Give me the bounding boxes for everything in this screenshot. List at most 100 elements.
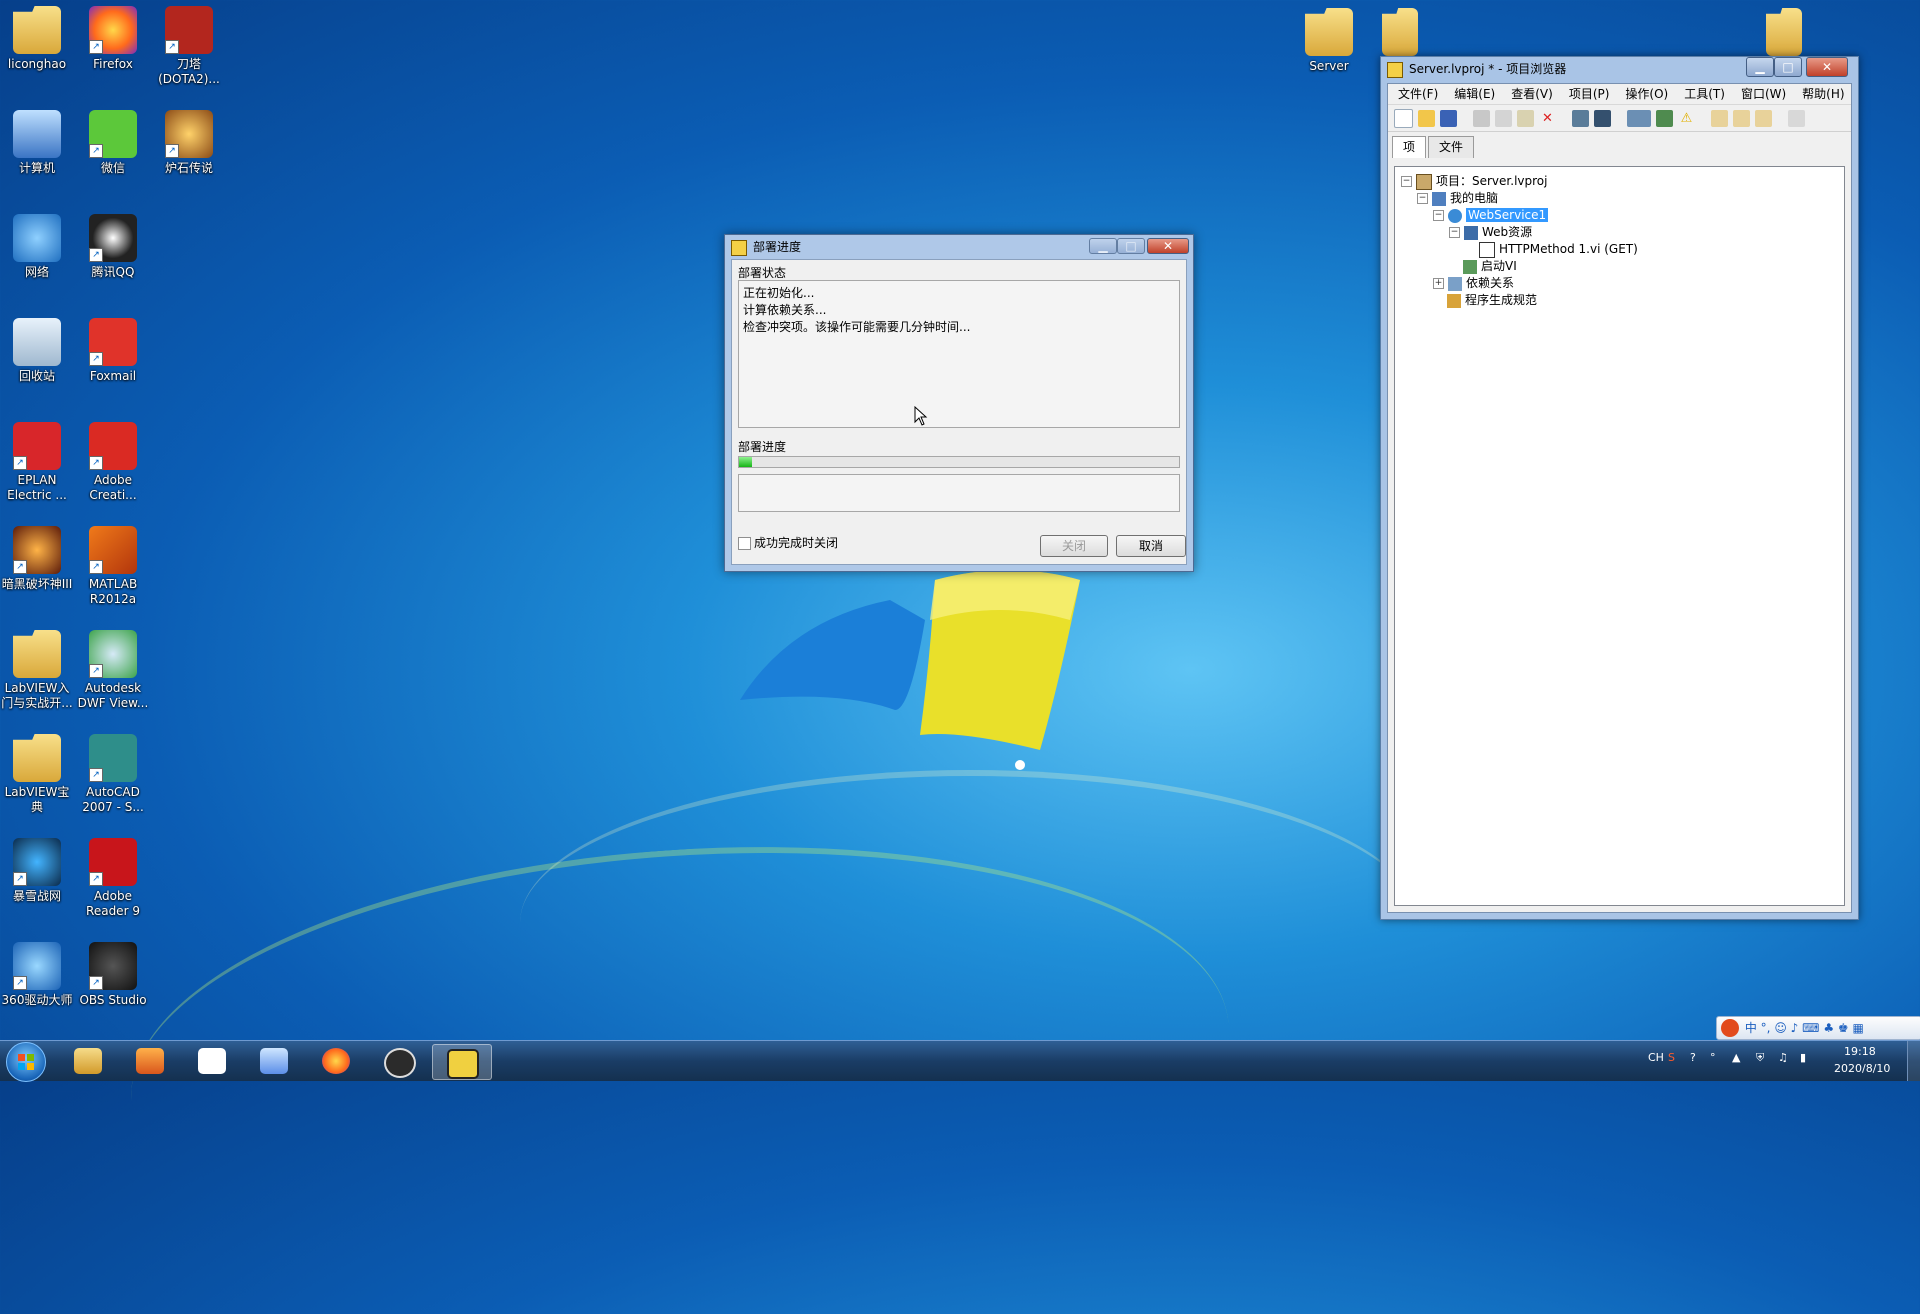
delete-icon[interactable]: ✕ [1539, 110, 1556, 127]
warning-icon[interactable]: ⚠ [1678, 110, 1695, 127]
help-tray-icon[interactable]: ? [1690, 1051, 1696, 1064]
close-button[interactable]: ✕ [1806, 57, 1848, 77]
desktop-icon[interactable]: LabVIEW入门与实战开... [0, 628, 75, 711]
menu-operate[interactable]: 操作(O) [1619, 84, 1674, 104]
close-on-success-checkbox[interactable]: 成功完成时关闭 [738, 534, 838, 551]
ime-toolbar[interactable]: 中 °, ☺ ♪ ⌨ ♣ ♚ ▦ [1716, 1016, 1920, 1040]
collapse-icon[interactable]: − [1449, 227, 1460, 238]
desktop-icon[interactable]: ↗ Foxmail [75, 316, 151, 384]
menu-view[interactable]: 查看(V) [1505, 84, 1559, 104]
view-options-icon[interactable] [1627, 109, 1651, 127]
desktop-icon[interactable]: 回收站 [0, 316, 75, 384]
desktop-icon[interactable]: ↗ 炉石传说 [151, 108, 227, 176]
tree-item-webservice1[interactable]: − WebService1 [1433, 207, 1549, 223]
checkout-icon[interactable] [1755, 109, 1772, 127]
taskbar-labview[interactable] [432, 1044, 492, 1080]
collapse-icon[interactable]: − [1401, 176, 1412, 187]
cancel-button[interactable]: 取消 [1116, 535, 1186, 557]
start-button[interactable] [6, 1042, 46, 1082]
tree-item-httpmethod-vi[interactable]: HTTPMethod 1.vi (GET) [1479, 241, 1638, 258]
tree-item-startup-vi[interactable]: 启动VI [1463, 258, 1517, 274]
ime-punct[interactable]: °, [1761, 1021, 1771, 1035]
desktop-icon[interactable]: ↗ 微信 [75, 108, 151, 176]
filter-icon[interactable] [1656, 109, 1673, 127]
emoji-icon[interactable]: ☺ [1774, 1021, 1787, 1035]
tree-item-web-resources[interactable]: − Web资源 [1449, 224, 1532, 240]
tree-item-build-specs[interactable]: 程序生成规范 [1447, 292, 1537, 308]
desktop-icon[interactable]: ↗ AutoCAD 2007 - S... [75, 732, 151, 815]
desktop-icon[interactable]: ↗ 腾讯QQ [75, 212, 151, 280]
new-icon[interactable] [1394, 108, 1413, 128]
menu-icon[interactable]: ▦ [1853, 1021, 1864, 1035]
ime-mode[interactable]: 中 [1745, 1021, 1757, 1035]
clock-time[interactable]: 19:18 [1844, 1045, 1876, 1058]
menu-help[interactable]: 帮助(H) [1796, 84, 1850, 104]
project-browser-titlebar[interactable]: Server.lvproj * - 项目浏览器 ▁ □ ✕ [1381, 57, 1858, 81]
desktop-icon[interactable]: ↗ 刀塔 (DOTA2)... [151, 4, 227, 87]
desktop-icon[interactable]: ↗ OBS Studio [75, 940, 151, 1008]
menu-file[interactable]: 文件(F) [1392, 84, 1444, 104]
desktop-folder[interactable] [1362, 6, 1438, 59]
network-icon[interactable]: ▮ [1800, 1051, 1806, 1064]
close-button[interactable]: ✕ [1147, 238, 1189, 254]
taskbar-feishu[interactable] [246, 1044, 302, 1078]
taskbar-obs[interactable] [370, 1044, 426, 1078]
menu-project[interactable]: 项目(P) [1563, 84, 1616, 104]
checkin-icon[interactable] [1733, 109, 1750, 127]
open-icon[interactable] [1418, 109, 1435, 127]
desktop-icon[interactable]: 网络 [0, 212, 75, 280]
expand-icon[interactable]: + [1433, 278, 1444, 289]
taskbar-media-player[interactable] [122, 1044, 178, 1078]
desktop-icon[interactable]: ↗ EPLAN Electric ... [0, 420, 75, 503]
maximize-button[interactable]: □ [1774, 57, 1802, 77]
project-tree[interactable]: − 项目：Server.lvproj − 我的电脑 − WebService1 − We… [1394, 166, 1845, 906]
sogou-tray-icon[interactable]: S [1668, 1051, 1675, 1064]
copy-icon[interactable] [1495, 109, 1512, 127]
collapse-icon[interactable]: − [1417, 193, 1428, 204]
show-hidden-icons-icon[interactable]: ▲ [1732, 1051, 1740, 1064]
source-control-icon[interactable] [1711, 109, 1728, 127]
clock-date[interactable]: 2020/8/10 [1834, 1062, 1890, 1075]
skin-icon[interactable]: ♚ [1838, 1021, 1849, 1035]
tab-files[interactable]: 文件 [1428, 136, 1475, 158]
menu-edit[interactable]: 编辑(E) [1448, 84, 1501, 104]
close-dialog-button[interactable]: 关闭 [1040, 535, 1108, 557]
tree-item-dependencies[interactable]: + 依赖关系 [1433, 275, 1514, 291]
taskbar-firefox[interactable] [308, 1044, 364, 1078]
collapse-icon[interactable]: − [1433, 210, 1444, 221]
desktop-folder-server[interactable]: Server [1291, 6, 1367, 74]
tab-items[interactable]: 项 [1392, 136, 1427, 158]
build-icon[interactable] [1572, 109, 1589, 127]
checkbox[interactable] [738, 537, 751, 550]
minimize-button[interactable]: ▁ [1089, 238, 1117, 254]
save-all-icon[interactable] [1440, 109, 1457, 127]
maximize-button[interactable]: □ [1117, 238, 1145, 254]
mic-icon[interactable]: ♪ [1791, 1021, 1799, 1035]
keyboard-icon[interactable]: ⌨ [1802, 1021, 1819, 1035]
sogou-icon[interactable] [1721, 1019, 1739, 1037]
dialog-titlebar[interactable]: 部署进度 ▁ □ ✕ [725, 235, 1193, 259]
desktop-icon[interactable]: liconghao [0, 4, 75, 72]
desktop-icon[interactable]: ↗ Autodesk DWF View... [75, 628, 151, 711]
paste-icon[interactable] [1517, 109, 1534, 127]
minimize-button[interactable]: ▁ [1746, 57, 1774, 77]
volume-icon[interactable]: ♫ [1778, 1051, 1788, 1064]
desktop-folder[interactable] [1746, 6, 1822, 59]
project-browser-window[interactable]: Server.lvproj * - 项目浏览器 ▁ □ ✕ 文件(F) 编辑(E… [1380, 56, 1859, 920]
desktop-icon[interactable]: ↗ Adobe Reader 9 [75, 836, 151, 919]
tree-item-my-computer[interactable]: − 我的电脑 [1417, 190, 1498, 206]
security-tray-icon[interactable]: ⛨ [1756, 1051, 1764, 1065]
desktop-icon[interactable]: ↗ 暗黑破坏神III [0, 524, 75, 592]
punctuation-tray-icon[interactable]: ° [1710, 1051, 1716, 1064]
desktop-icon[interactable]: LabVIEW宝典 [0, 732, 75, 815]
cut-icon[interactable] [1473, 109, 1490, 127]
desktop-icon[interactable]: ↗ 360驱动大师 [0, 940, 75, 1008]
language-indicator[interactable]: CH [1648, 1051, 1664, 1064]
show-desktop-button[interactable] [1907, 1041, 1920, 1081]
desktop-icon[interactable]: ↗ MATLAB R2012a [75, 524, 151, 607]
help-icon[interactable] [1788, 109, 1805, 127]
deploy-progress-dialog[interactable]: 部署进度 ▁ □ ✕ 部署状态 正在初始化... 计算依赖关系... 检查冲突项… [724, 234, 1194, 572]
menu-tools[interactable]: 工具(T) [1678, 84, 1731, 104]
taskbar-baidu-netdisk[interactable] [184, 1044, 240, 1078]
tools-icon[interactable]: ♣ [1823, 1021, 1834, 1035]
